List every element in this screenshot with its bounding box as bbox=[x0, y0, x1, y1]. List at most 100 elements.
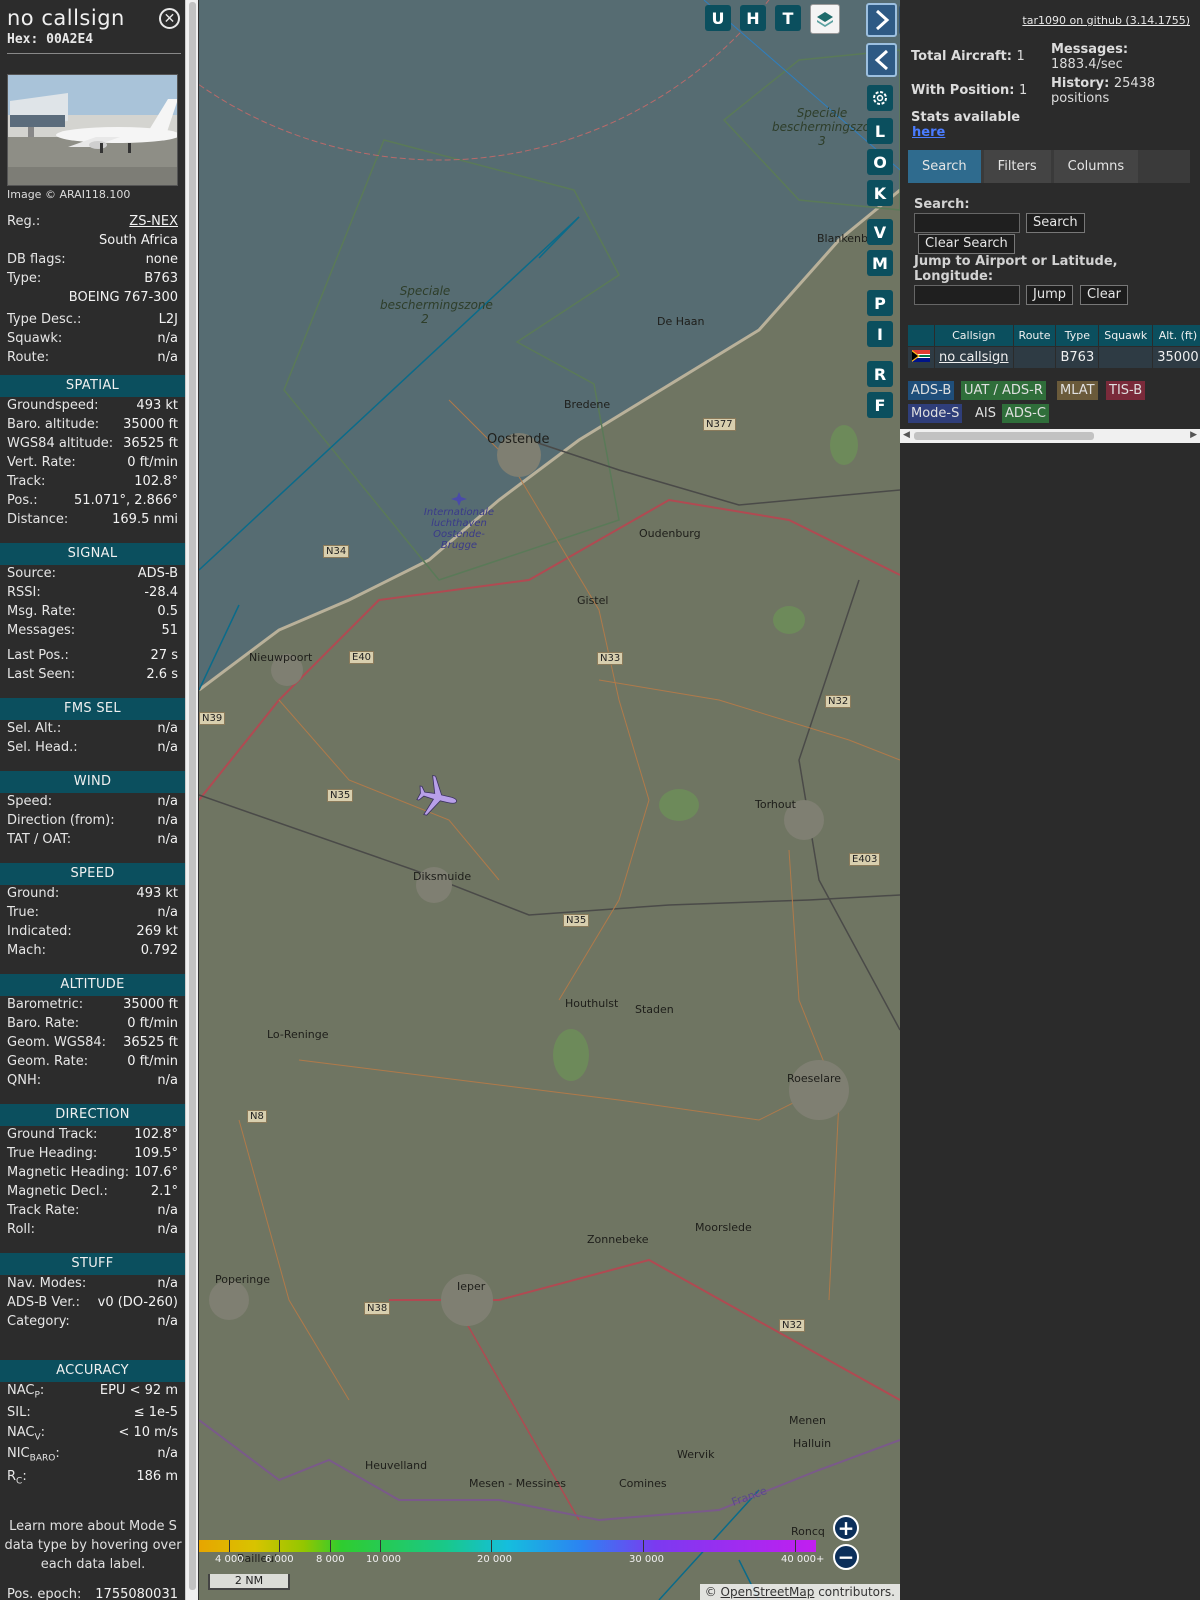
altitude-label[interactable]: Geom. Rate: bbox=[7, 1054, 88, 1069]
map-button-i[interactable]: I bbox=[867, 321, 893, 347]
zoom-in-button[interactable]: + bbox=[833, 1515, 859, 1541]
layers-icon[interactable] bbox=[810, 4, 840, 34]
map-button-v[interactable]: V bbox=[867, 219, 893, 245]
spatial-label[interactable]: Track: bbox=[7, 474, 45, 489]
info-panel-scrollbar[interactable] bbox=[185, 0, 198, 1600]
map-button-t[interactable]: T bbox=[775, 5, 801, 31]
signal-label[interactable]: Source: bbox=[7, 566, 56, 581]
chevron-left-icon[interactable] bbox=[866, 43, 897, 77]
direction-label[interactable]: Track Rate: bbox=[7, 1203, 79, 1218]
scroll-left-arrow-icon[interactable]: ◀ bbox=[903, 430, 910, 440]
altitude-label[interactable]: Geom. WGS84: bbox=[7, 1035, 106, 1050]
row-squawk bbox=[1098, 346, 1154, 369]
column-header-type[interactable]: Type bbox=[1055, 324, 1100, 347]
column-header-callsign[interactable]: Callsign bbox=[934, 324, 1014, 347]
column-header-altitude[interactable]: Alt. (ft) bbox=[1152, 324, 1200, 347]
spatial-label[interactable]: Baro. altitude: bbox=[7, 417, 99, 432]
spatial-label[interactable]: Groundspeed: bbox=[7, 398, 98, 413]
wind-label[interactable]: Direction (from): bbox=[7, 813, 115, 828]
spatial-label[interactable]: Distance: bbox=[7, 512, 68, 527]
signal-label[interactable]: RSSI: bbox=[7, 585, 41, 600]
altitude-label[interactable]: QNH: bbox=[7, 1073, 41, 1088]
source-tag[interactable]: TIS-B bbox=[1106, 381, 1146, 400]
map-button-r[interactable]: R bbox=[867, 361, 893, 387]
scrollbar-thumb[interactable] bbox=[189, 2, 196, 1590]
route-row: Route: n/a bbox=[7, 350, 178, 369]
source-tag[interactable]: MLAT bbox=[1057, 381, 1098, 400]
direction-label[interactable]: True Heading: bbox=[7, 1146, 97, 1161]
accuracy-label[interactable]: RC: bbox=[7, 1469, 27, 1487]
speed-label[interactable]: Ground: bbox=[7, 886, 59, 901]
github-link[interactable]: tar1090 on github (3.14.1755) bbox=[1022, 14, 1190, 27]
column-header-flag[interactable] bbox=[907, 324, 935, 347]
direction-label[interactable]: Ground Track: bbox=[7, 1127, 97, 1142]
map-button-h[interactable]: H bbox=[740, 5, 766, 31]
map-view[interactable]: Blankenberge De Haan Bredene Oostende Oudenb… bbox=[199, 0, 900, 1600]
row-callsign[interactable]: no callsign bbox=[934, 346, 1014, 369]
gear-icon[interactable] bbox=[867, 85, 893, 111]
map-button-p[interactable]: P bbox=[867, 290, 893, 316]
spatial-label[interactable]: Vert. Rate: bbox=[7, 455, 76, 470]
tab-filters[interactable]: Filters bbox=[983, 150, 1051, 183]
stats-link[interactable]: here bbox=[912, 125, 945, 140]
horizontal-scroll-thumb[interactable] bbox=[914, 432, 1094, 440]
aircraft-icon[interactable] bbox=[414, 773, 461, 821]
signal-label[interactable]: Msg. Rate: bbox=[7, 604, 76, 619]
map-button-k[interactable]: K bbox=[867, 180, 893, 206]
source-tag[interactable]: ADS-C bbox=[1002, 404, 1049, 423]
map-button-f[interactable]: F bbox=[867, 392, 893, 418]
fms-label[interactable]: Sel. Alt.: bbox=[7, 721, 61, 736]
spatial-label[interactable]: WGS84 altitude: bbox=[7, 436, 113, 451]
fms-label[interactable]: Sel. Head.: bbox=[7, 740, 78, 755]
tab-columns[interactable]: Columns bbox=[1053, 150, 1139, 183]
altitude-label[interactable]: Baro. Rate: bbox=[7, 1016, 79, 1031]
clear-search-button[interactable]: Clear Search bbox=[918, 234, 1015, 254]
accuracy-label[interactable]: SIL: bbox=[7, 1405, 31, 1423]
registration-link[interactable]: ZS-NEX bbox=[129, 214, 178, 229]
accuracy-label[interactable]: NACP: bbox=[7, 1383, 44, 1401]
source-tag[interactable]: ADS-B bbox=[908, 381, 955, 400]
osm-link[interactable]: OpenStreetMap bbox=[721, 1585, 815, 1599]
zoom-out-button[interactable]: − bbox=[833, 1544, 859, 1570]
map-button-m[interactable]: M bbox=[867, 250, 893, 276]
signal-label[interactable]: Last Seen: bbox=[7, 667, 75, 682]
stuff-label[interactable]: Category: bbox=[7, 1314, 70, 1329]
scroll-right-arrow-icon[interactable]: ▶ bbox=[1190, 430, 1197, 440]
wind-label[interactable]: Speed: bbox=[7, 794, 52, 809]
wind-label[interactable]: TAT / OAT: bbox=[7, 832, 71, 847]
search-input[interactable] bbox=[914, 213, 1020, 233]
altitude-label[interactable]: Barometric: bbox=[7, 997, 83, 1012]
speed-label[interactable]: Mach: bbox=[7, 943, 46, 958]
search-button[interactable]: Search bbox=[1026, 213, 1085, 233]
direction-label[interactable]: Magnetic Heading: bbox=[7, 1165, 129, 1180]
chevron-right-icon[interactable] bbox=[866, 3, 897, 37]
map-button-o[interactable]: O bbox=[867, 149, 893, 175]
table-horizontal-scrollbar[interactable]: ◀ ▶ bbox=[900, 429, 1200, 443]
signal-label[interactable]: Last Pos.: bbox=[7, 648, 69, 663]
spatial-label[interactable]: Pos.: bbox=[7, 493, 38, 508]
speed-label[interactable]: Indicated: bbox=[7, 924, 72, 939]
stuff-label[interactable]: Nav. Modes: bbox=[7, 1276, 86, 1291]
accuracy-label[interactable]: NACV: bbox=[7, 1425, 45, 1443]
tab-search[interactable]: Search bbox=[908, 150, 981, 183]
map-button-l[interactable]: L bbox=[867, 118, 893, 144]
source-tag[interactable]: AIS bbox=[972, 404, 999, 423]
jump-button[interactable]: Jump bbox=[1026, 285, 1073, 305]
source-tag[interactable]: Mode-S bbox=[908, 404, 963, 423]
direction-label[interactable]: Magnetic Decl.: bbox=[7, 1184, 108, 1199]
stuff-label[interactable]: ADS-B Ver.: bbox=[7, 1295, 80, 1310]
jump-input[interactable] bbox=[914, 285, 1020, 305]
aircraft-photo[interactable] bbox=[7, 74, 178, 186]
row-callsign-link[interactable]: no callsign bbox=[939, 350, 1009, 365]
clear-jump-button[interactable]: Clear bbox=[1080, 285, 1128, 305]
direction-label[interactable]: Roll: bbox=[7, 1222, 35, 1237]
map-button-u[interactable]: U bbox=[705, 5, 731, 31]
signal-label[interactable]: Messages: bbox=[7, 623, 75, 638]
close-icon[interactable]: ✕ bbox=[159, 8, 180, 29]
accuracy-label[interactable]: NICBARO: bbox=[7, 1446, 60, 1464]
speed-label[interactable]: True: bbox=[7, 905, 39, 920]
source-tag[interactable]: UAT / ADS-R bbox=[961, 381, 1046, 400]
column-header-squawk[interactable]: Squawk bbox=[1098, 324, 1154, 347]
column-header-route[interactable]: Route bbox=[1012, 324, 1057, 347]
table-row[interactable]: no callsign B763 35000 bbox=[907, 346, 1200, 369]
